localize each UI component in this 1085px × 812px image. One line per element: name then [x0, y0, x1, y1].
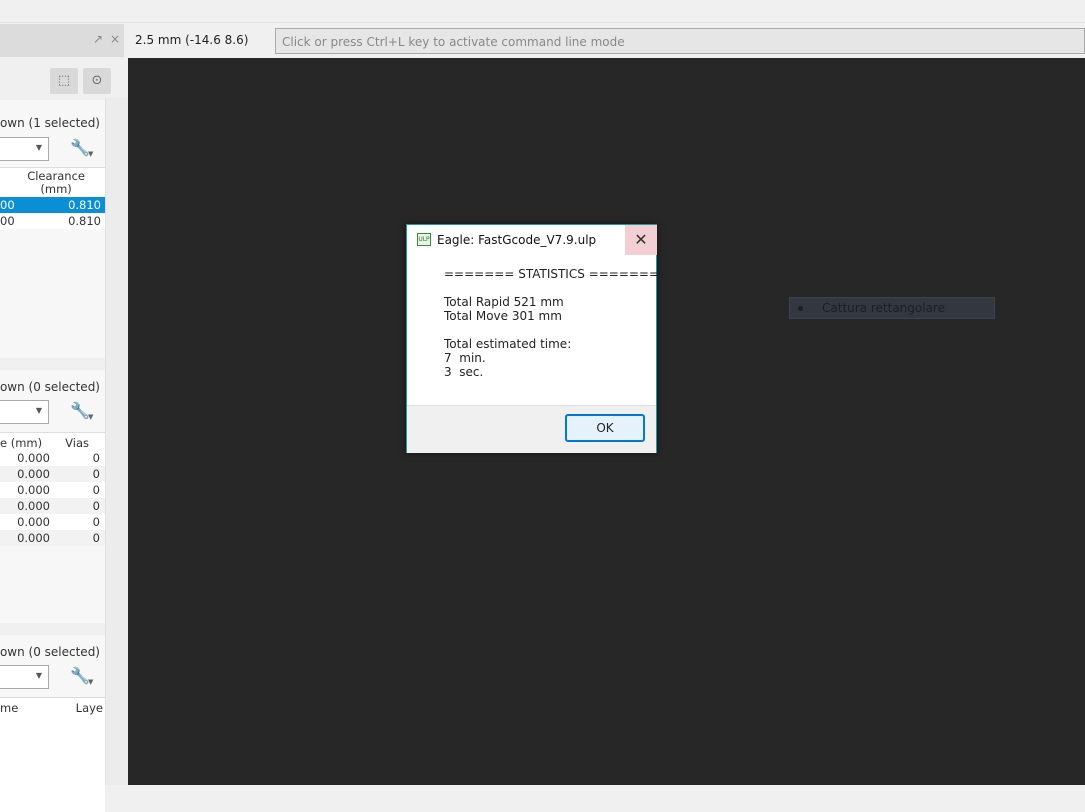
- chevron-down-icon: ▼: [35, 671, 42, 680]
- tooltip: Cattura rettangolare: [789, 297, 995, 319]
- wrench-icon[interactable]: 🔧 ▼: [70, 666, 93, 686]
- column-header-vias[interactable]: Vias: [65, 436, 89, 450]
- column-header-name[interactable]: me: [0, 701, 18, 715]
- coordinate-display: 2.5 mm (-14.6 8.6): [135, 33, 249, 47]
- table-row[interactable]: 0.000 0: [0, 450, 105, 466]
- select-icon[interactable]: ⬚: [50, 68, 78, 94]
- column-header-layer[interactable]: Laye: [76, 701, 103, 715]
- table-row[interactable]: 0.000 0: [0, 498, 105, 514]
- table-row[interactable]: 0.000 0: [0, 482, 105, 498]
- section-title: hown (0 selected): [0, 645, 100, 659]
- table-row[interactable]: 00 0.810: [0, 213, 105, 229]
- column-header-clearance[interactable]: Clearance (mm): [27, 170, 85, 196]
- table-row[interactable]: 0.000 0: [0, 466, 105, 482]
- dialog-title: Eagle: FastGcode_V7.9.ulp: [437, 233, 597, 247]
- ulp-icon: ULP: [417, 233, 431, 246]
- filter-dropdown[interactable]: ▼: [0, 137, 49, 161]
- section-3: hown (0 selected) ▼ 🔧 ▼ me Laye: [0, 635, 105, 812]
- dialog-footer: OK: [407, 405, 656, 453]
- wrench-icon[interactable]: 🔧 ▼: [70, 138, 93, 158]
- close-icon[interactable]: ✕: [625, 225, 657, 255]
- dialog-message: ======= STATISTICS ======= Total Rapid 5…: [444, 267, 660, 379]
- table-row[interactable]: 0.000 0: [0, 514, 105, 530]
- table-row[interactable]: 00 0.810: [0, 197, 105, 213]
- section-title: hown (1 selected): [0, 116, 100, 130]
- bullet-icon: [798, 306, 803, 311]
- filter-dropdown[interactable]: ▼: [0, 400, 49, 424]
- wrench-icon[interactable]: 🔧 ▼: [70, 401, 93, 421]
- title-bar: [0, 0, 1085, 23]
- table-header: me Laye: [0, 697, 105, 812]
- table-header: e (mm) Vias: [0, 432, 105, 450]
- column-header[interactable]: e (mm): [0, 436, 42, 450]
- chevron-down-icon: ▼: [35, 143, 42, 152]
- scrollbar[interactable]: [105, 98, 128, 785]
- panel-header: ↗ ×: [0, 24, 124, 57]
- section-1: hown (1 selected) ▼ 🔧 ▼ Clearance (mm) 00…: [0, 100, 105, 358]
- command-line-input[interactable]: Click or press Ctrl+L key to activate co…: [275, 28, 1085, 54]
- zoom-select-icon[interactable]: ⊙: [83, 68, 111, 94]
- section-title: hown (0 selected): [0, 380, 100, 394]
- section-2: hown (0 selected) ▼ 🔧 ▼ e (mm) Vias 0.000…: [0, 370, 105, 623]
- close-panel-icon[interactable]: ×: [110, 32, 120, 46]
- chevron-down-icon: ▼: [35, 406, 42, 415]
- filter-dropdown[interactable]: ▼: [0, 665, 49, 689]
- ok-button[interactable]: OK: [565, 414, 645, 442]
- tooltip-label: Cattura rettangolare: [822, 301, 945, 315]
- table-row[interactable]: 0.000 0: [0, 530, 105, 546]
- table-header: Clearance (mm): [0, 167, 105, 198]
- undock-icon[interactable]: ↗: [93, 32, 103, 46]
- statistics-dialog: ULP Eagle: FastGcode_V7.9.ulp ✕ ======= …: [406, 224, 660, 453]
